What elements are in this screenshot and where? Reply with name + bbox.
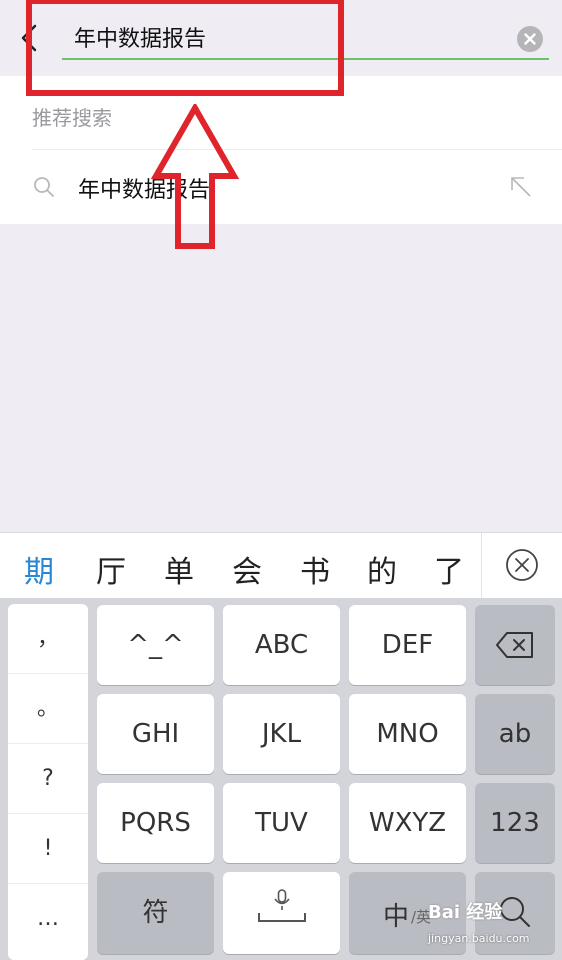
key-emoticon[interactable]: ^_^ — [97, 605, 214, 685]
key-wxyz[interactable]: WXYZ — [349, 783, 466, 863]
candidate-word[interactable]: 了 — [434, 547, 464, 591]
candidate-word[interactable]: 书 — [300, 547, 330, 591]
search-icon — [34, 177, 54, 197]
collapse-candidates-icon[interactable] — [505, 548, 539, 582]
annotation-up-arrow-icon — [150, 104, 240, 249]
space-button[interactable] — [223, 872, 340, 954]
key-tuv[interactable]: TUV — [223, 783, 340, 863]
space-mic-icon — [258, 889, 306, 922]
watermark-url: jingyan.baidu.com — [428, 932, 530, 945]
candidate-word[interactable]: 的 — [367, 547, 397, 591]
key-ghi[interactable]: GHI — [97, 694, 214, 774]
suggestion-header: 推荐搜索 — [32, 106, 112, 130]
candidate-word[interactable]: 期 — [24, 547, 54, 591]
suggestion-panel: 推荐搜索 年中数据报告 — [0, 76, 562, 224]
language-main-label: 中 — [383, 902, 410, 932]
punctuation-column: ， 。 ? ! … — [8, 604, 88, 960]
clear-search-button[interactable] — [517, 26, 543, 52]
key-abc[interactable]: ABC — [223, 605, 340, 685]
key-mno[interactable]: MNO — [349, 694, 466, 774]
fill-query-arrow-icon[interactable] — [508, 174, 534, 200]
candidate-bar: 期 厅 单 会 书 的 了 — [0, 532, 562, 599]
punctuation-key[interactable]: 。 — [8, 674, 88, 744]
candidate-word[interactable]: 单 — [164, 547, 194, 591]
candidate-word[interactable]: 厅 — [96, 547, 126, 591]
key-jkl[interactable]: JKL — [223, 694, 340, 774]
candidate-word[interactable]: 会 — [232, 547, 262, 591]
backspace-icon — [496, 632, 533, 658]
candidate-divider — [481, 533, 482, 599]
key-symbols[interactable]: 符 — [97, 872, 214, 954]
watermark-logo: Bai 经验 — [428, 902, 503, 923]
clear-icon — [524, 33, 536, 45]
punctuation-key[interactable]: ? — [8, 744, 88, 814]
key-pqrs[interactable]: PQRS — [97, 783, 214, 863]
punctuation-key[interactable]: ! — [8, 814, 88, 884]
punctuation-key[interactable]: ， — [8, 604, 88, 674]
watermark: Bai 经验 jingyan.baidu.com — [428, 898, 558, 952]
key-ab-toggle[interactable]: ab — [475, 694, 555, 774]
key-number-toggle[interactable]: 123 — [475, 783, 555, 863]
key-def[interactable]: DEF — [349, 605, 466, 685]
backspace-button[interactable] — [475, 605, 555, 685]
annotation-highlight-box — [26, 0, 344, 96]
punctuation-key[interactable]: … — [8, 884, 88, 954]
suggestion-item[interactable]: 年中数据报告 — [0, 150, 562, 224]
